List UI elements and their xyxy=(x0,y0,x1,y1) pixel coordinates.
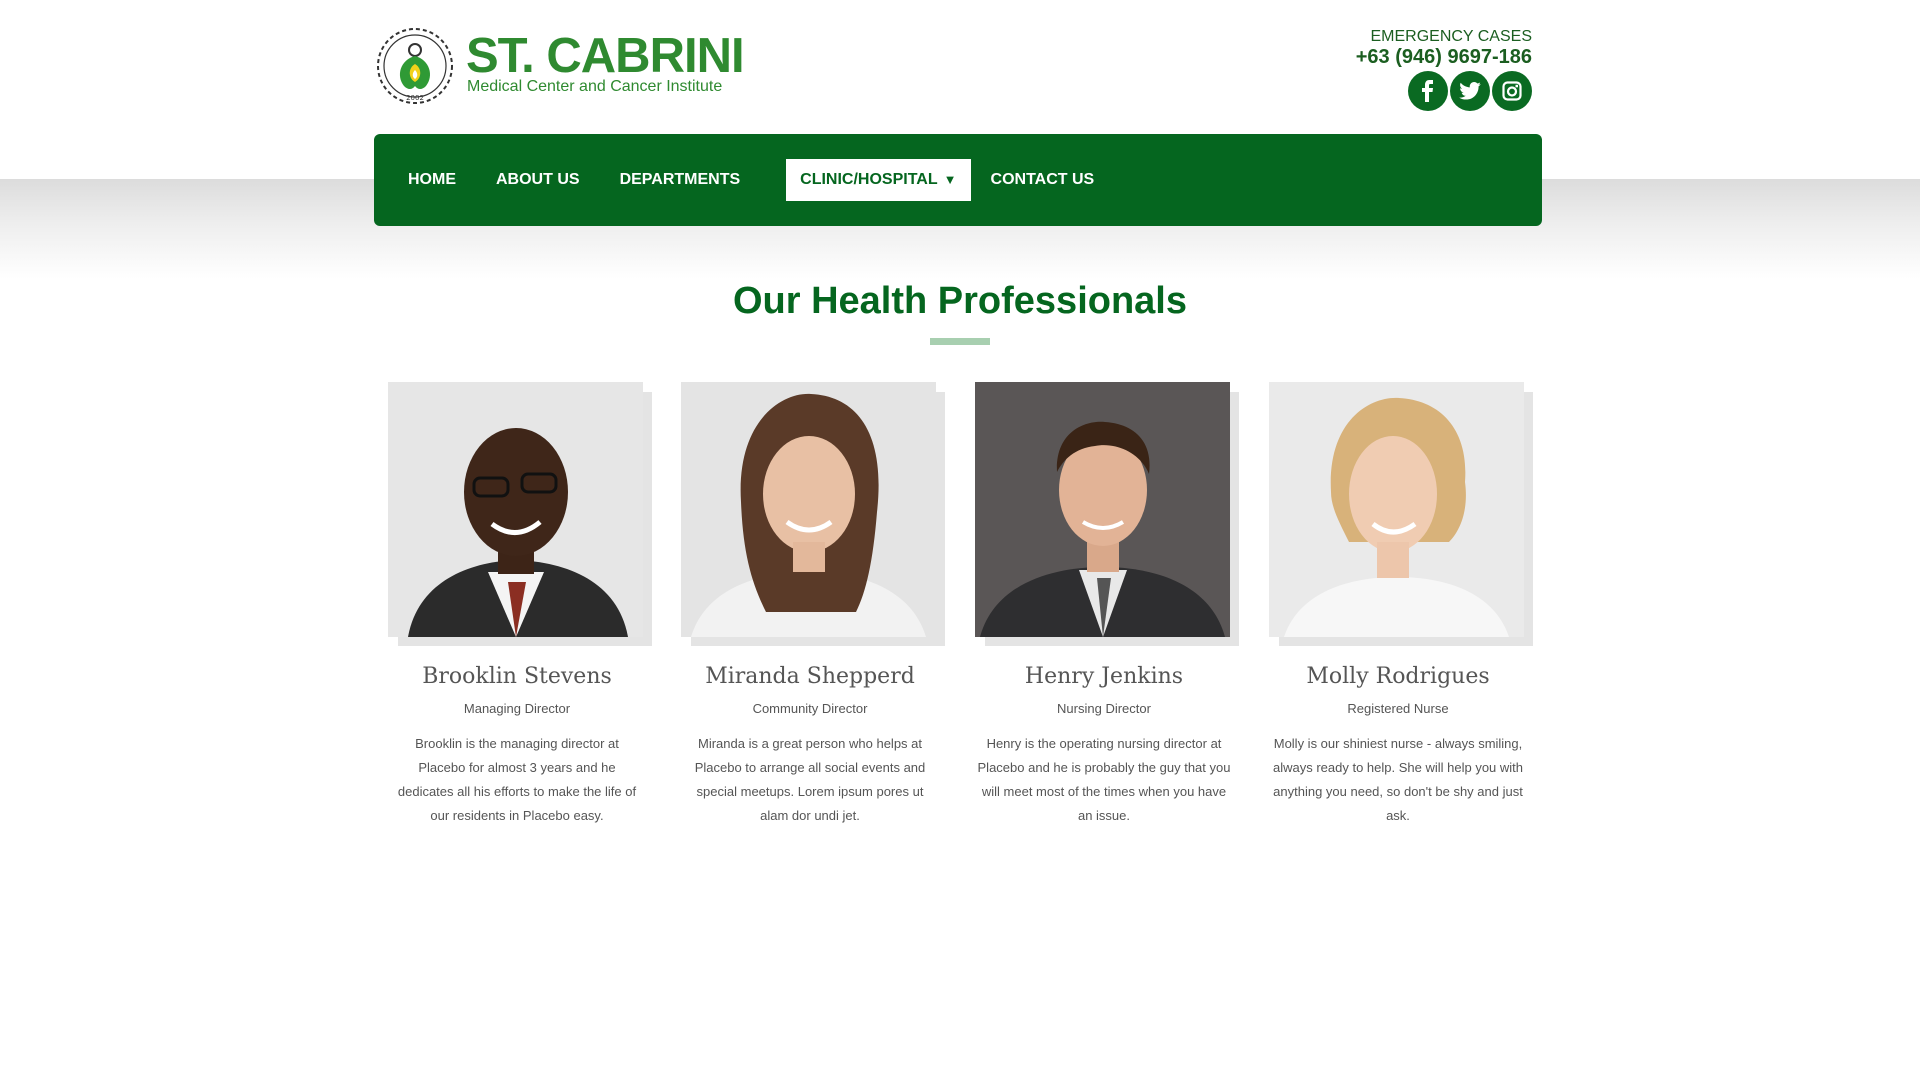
site-header: 2002 ST. CABRINI Medical Center and Canc… xyxy=(374,24,1538,114)
team-card: Brooklin Stevens Managing Director Brook… xyxy=(388,382,652,828)
photo-frame xyxy=(388,382,652,646)
logo-emblem-icon[interactable]: 2002 xyxy=(374,26,456,106)
emergency-phone[interactable]: +63 (946) 9697-186 xyxy=(1356,46,1532,68)
member-role: Nursing Director xyxy=(1057,701,1151,716)
emergency-contact: EMERGENCY CASES +63 (946) 9697-186 xyxy=(1356,28,1532,68)
team-card: Molly Rodrigues Registered Nurse Molly i… xyxy=(1269,382,1533,828)
chevron-down-icon: ▼ xyxy=(943,172,957,187)
main-navigation: HOME ABOUT US DEPARTMENTS CLINIC/HOSPITA… xyxy=(374,134,1542,226)
emergency-label: EMERGENCY CASES xyxy=(1370,28,1532,45)
section-title: Our Health Professionals xyxy=(732,280,1187,322)
member-name: Molly Rodrigues xyxy=(1306,664,1490,689)
photo-frame xyxy=(681,382,945,646)
team-card: Henry Jenkins Nursing Director Henry is … xyxy=(975,382,1239,828)
facebook-icon[interactable] xyxy=(1408,71,1448,111)
photo-frame xyxy=(975,382,1239,646)
member-role: Managing Director xyxy=(463,701,571,716)
member-name: Henry Jenkins xyxy=(1024,664,1184,689)
member-role: Community Director xyxy=(752,701,868,716)
nav-about-us[interactable]: ABOUT US xyxy=(482,159,594,201)
nav-departments[interactable]: DEPARTMENTS xyxy=(606,159,755,201)
nav-clinic-hospital[interactable]: CLINIC/HOSPITAL ▼ xyxy=(786,159,971,201)
portrait-photo[interactable] xyxy=(388,382,643,637)
twitter-icon[interactable] xyxy=(1450,71,1490,111)
portrait-photo[interactable] xyxy=(681,382,936,637)
brand-tagline: Medical Center and Cancer Institute xyxy=(467,78,723,95)
member-name: Miranda Shepperd xyxy=(705,664,915,689)
member-bio: Miranda is a great person who helps at P… xyxy=(694,736,926,823)
nav-contact-us[interactable]: CONTACT US xyxy=(977,159,1109,201)
nav-clinic-hospital-label: CLINIC/HOSPITAL xyxy=(800,171,938,188)
portrait-photo[interactable] xyxy=(975,382,1230,637)
photo-frame xyxy=(1269,382,1533,646)
member-bio: Brooklin is the managing director at Pla… xyxy=(397,736,637,823)
social-links xyxy=(1408,71,1532,111)
team-card: Miranda Shepperd Community Director Mira… xyxy=(681,382,945,828)
member-role: Registered Nurse xyxy=(1347,701,1449,716)
svg-text:2002: 2002 xyxy=(406,94,424,102)
title-underline xyxy=(930,338,990,345)
instagram-icon[interactable] xyxy=(1492,71,1532,111)
brand-name[interactable]: ST. CABRINI xyxy=(466,32,745,81)
member-name: Brooklin Stevens xyxy=(422,664,612,689)
portrait-photo[interactable] xyxy=(1269,382,1524,637)
member-bio: Henry is the operating nursing director … xyxy=(977,736,1231,823)
nav-home[interactable]: HOME xyxy=(394,159,470,201)
member-bio: Molly is our shiniest nurse - always smi… xyxy=(1272,736,1524,823)
